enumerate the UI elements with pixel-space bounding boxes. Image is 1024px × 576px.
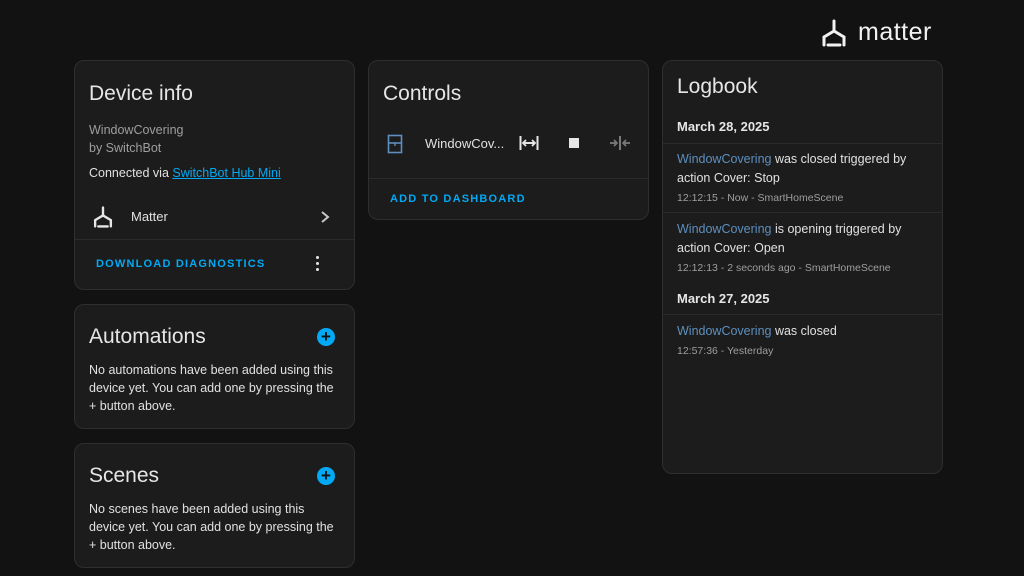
- controls-card: Controls WindowCov... ADD TO DASHBOARD: [368, 60, 649, 220]
- log-entry-text: was closed: [771, 324, 837, 338]
- automations-title: Automations: [89, 325, 206, 348]
- log-date-header: March 27, 2025: [677, 291, 770, 306]
- scenes-card: Scenes + No scenes have been added using…: [74, 443, 355, 568]
- scenes-empty-text: No scenes have been added using this dev…: [89, 502, 334, 552]
- add-automation-button[interactable]: +: [317, 328, 335, 346]
- log-entry-meta: 12:12:13 - 2 seconds ago - SmartHomeScen…: [677, 262, 891, 274]
- log-entry: WindowCovering was closed 12:57:36 - Yes…: [677, 322, 932, 357]
- device-info-divider: [75, 239, 354, 240]
- entity-name: WindowCov...: [425, 136, 505, 151]
- device-info-title: Device info: [89, 82, 193, 105]
- entity-row[interactable]: WindowCov...: [369, 131, 648, 157]
- device-model: WindowCovering: [89, 123, 184, 137]
- log-entity-link[interactable]: WindowCovering: [677, 222, 771, 236]
- download-diagnostics-button[interactable]: DOWNLOAD DIAGNOSTICS: [96, 258, 265, 270]
- log-entry: WindowCovering is opening triggered by a…: [677, 220, 932, 274]
- log-date-header: March 28, 2025: [677, 119, 770, 134]
- log-entry-meta: 12:12:15 - Now - SmartHomeScene: [677, 192, 844, 204]
- automations-empty-text: No automations have been added using thi…: [89, 363, 334, 413]
- matter-logo: matter: [820, 18, 945, 50]
- device-manufacturer: by SwitchBot: [89, 141, 162, 155]
- device-info-card: Device info WindowCovering by SwitchBot …: [74, 60, 355, 290]
- more-options-icon[interactable]: [313, 255, 323, 273]
- log-entity-link[interactable]: WindowCovering: [677, 324, 771, 338]
- log-divider: [663, 212, 942, 213]
- matter-logo-icon: [822, 19, 846, 47]
- chevron-right-icon: [321, 211, 330, 223]
- integration-label: Matter: [131, 209, 168, 224]
- scenes-title: Scenes: [89, 464, 160, 487]
- log-entry: WindowCovering was closed triggered by a…: [677, 150, 932, 204]
- connected-via: Connected via SwitchBot Hub Mini: [89, 164, 281, 182]
- integration-row[interactable]: Matter: [75, 201, 354, 239]
- add-scene-button[interactable]: +: [317, 467, 335, 485]
- logbook-card: Logbook March 28, 2025 WindowCovering wa…: [662, 60, 943, 474]
- stop-cover-icon[interactable]: [569, 138, 579, 148]
- window-covering-icon: [387, 134, 403, 154]
- logbook-title: Logbook: [677, 75, 758, 98]
- controls-title: Controls: [383, 82, 462, 105]
- connected-via-label: Connected via: [89, 166, 173, 180]
- log-divider: [663, 314, 942, 315]
- hub-link[interactable]: SwitchBot Hub Mini: [172, 166, 280, 180]
- log-entity-link[interactable]: WindowCovering: [677, 152, 771, 166]
- close-cover-icon[interactable]: [610, 136, 630, 150]
- add-to-dashboard-button[interactable]: ADD TO DASHBOARD: [390, 193, 526, 205]
- open-cover-icon[interactable]: [519, 136, 539, 150]
- log-divider: [663, 143, 942, 144]
- controls-divider: [369, 178, 648, 179]
- log-entry-meta: 12:57:36 - Yesterday: [677, 345, 774, 357]
- matter-icon: [93, 206, 113, 228]
- brand-name: matter: [858, 18, 932, 46]
- automations-card: Automations + No automations have been a…: [74, 304, 355, 429]
